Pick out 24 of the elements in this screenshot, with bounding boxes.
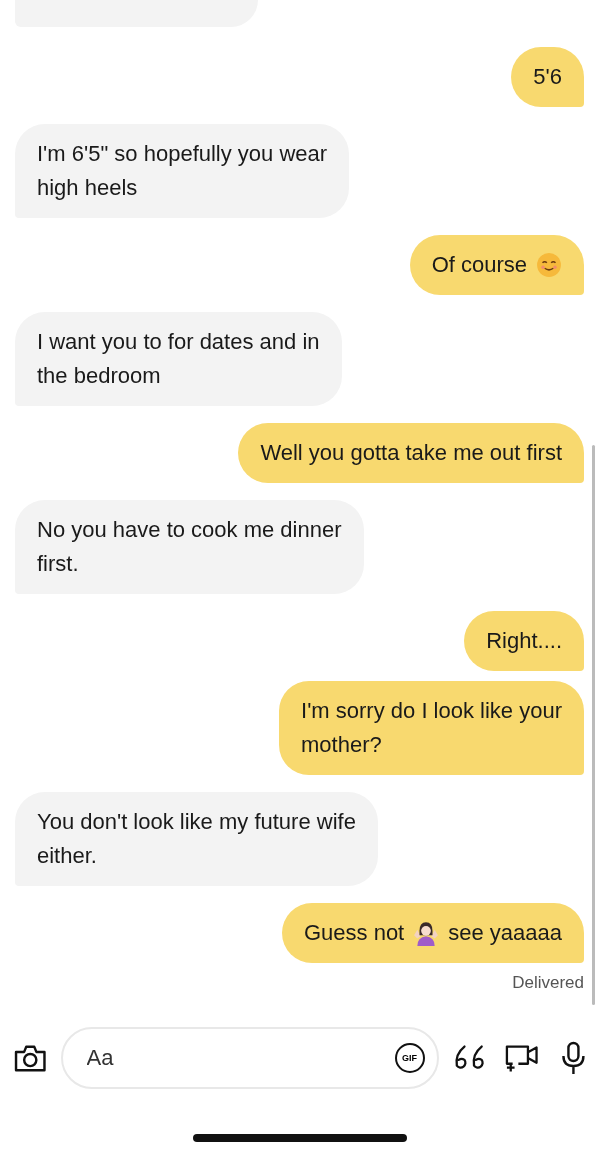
- message-text: either.: [37, 842, 97, 870]
- message-text: I want you to for dates and in: [37, 328, 320, 356]
- gif-button[interactable]: GIF: [394, 1043, 425, 1073]
- message-text: high heels: [37, 174, 138, 202]
- message-text: No you have to cook me dinner: [37, 516, 342, 544]
- message-text: Guess not: [303, 919, 405, 947]
- message-text: the bedroom: [37, 362, 161, 390]
- video-call-icon[interactable]: [504, 1042, 540, 1074]
- smiling-face-icon: [536, 252, 562, 278]
- message-text: 5'6: [533, 63, 562, 91]
- message-input[interactable]: Aa GIF: [60, 1027, 439, 1089]
- person-shrugging-icon: [413, 920, 440, 946]
- message-text: I'm sorry do I look like your: [301, 697, 562, 725]
- message-text: Well you gotta take me out first: [260, 439, 562, 467]
- message-text: first.: [37, 550, 79, 578]
- message-text: see yaaaaa: [448, 919, 562, 947]
- message-text: I'm 6'5" so hopefully you wear: [37, 140, 328, 168]
- delivery-status: Delivered: [512, 973, 584, 993]
- message-text: You don't look like my future wife: [37, 808, 356, 836]
- message-text: Of course: [431, 251, 527, 279]
- message-text: mother?: [301, 731, 382, 759]
- microphone-icon[interactable]: [561, 1041, 586, 1075]
- camera-icon[interactable]: [14, 1043, 47, 1073]
- message-text: Right....: [486, 627, 562, 655]
